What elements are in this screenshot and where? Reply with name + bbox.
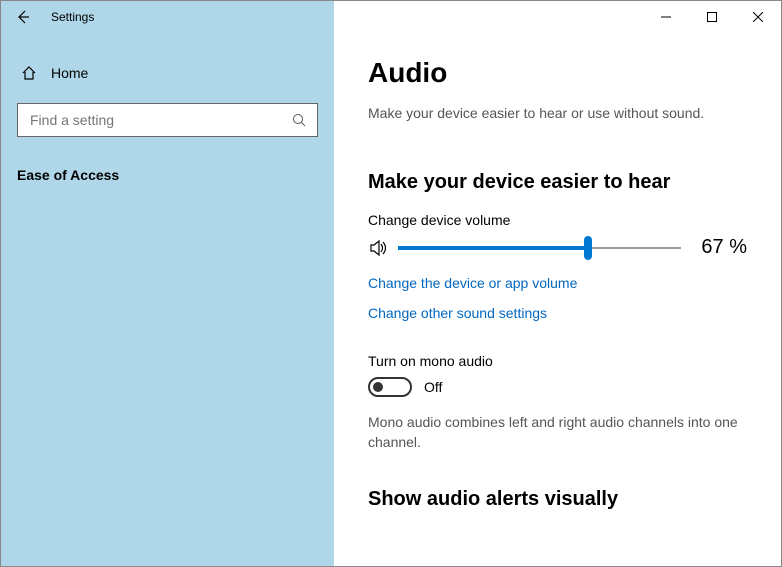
- home-nav[interactable]: Home: [21, 65, 318, 81]
- body: Home Ease of Access Audio Make your devi…: [1, 33, 781, 566]
- mono-audio-state: Off: [424, 379, 442, 395]
- home-label: Home: [51, 65, 88, 81]
- maximize-icon: [707, 12, 717, 22]
- settings-window: Settings: [0, 0, 782, 567]
- section-hear-heading: Make your device easier to hear: [368, 171, 747, 194]
- search-box[interactable]: [17, 103, 318, 137]
- link-other-sound-settings[interactable]: Change other sound settings: [368, 305, 747, 321]
- titlebar-left: Settings: [1, 1, 94, 33]
- titlebar: Settings: [1, 1, 781, 33]
- slider-thumb[interactable]: [584, 236, 592, 260]
- minimize-button[interactable]: [643, 1, 689, 33]
- mono-audio-label: Turn on mono audio: [368, 353, 747, 369]
- page-title: Audio: [368, 57, 747, 89]
- volume-slider[interactable]: [398, 238, 681, 258]
- volume-row: 67 %: [368, 236, 747, 259]
- page-subtitle: Make your device easier to hear or use w…: [368, 105, 747, 121]
- speaker-icon: [368, 237, 390, 259]
- volume-label: Change device volume: [368, 212, 747, 228]
- close-button[interactable]: [735, 1, 781, 33]
- section-alerts-heading: Show audio alerts visually: [368, 488, 747, 511]
- close-icon: [753, 12, 763, 22]
- sidebar: Home Ease of Access: [1, 33, 334, 566]
- volume-value: 67 %: [701, 236, 747, 259]
- titlebar-spacer: [94, 1, 643, 33]
- home-icon: [21, 65, 37, 81]
- slider-track-fill: [398, 246, 588, 250]
- maximize-button[interactable]: [689, 1, 735, 33]
- sidebar-section-label: Ease of Access: [17, 167, 318, 183]
- search-input[interactable]: [28, 111, 291, 129]
- mono-audio-help: Mono audio combines left and right audio…: [368, 413, 747, 452]
- back-button[interactable]: [9, 3, 37, 31]
- mono-audio-toggle-row: Off: [368, 377, 747, 397]
- minimize-icon: [661, 12, 671, 22]
- app-title: Settings: [51, 10, 94, 24]
- window-controls: [643, 1, 781, 33]
- link-device-app-volume[interactable]: Change the device or app volume: [368, 275, 747, 291]
- main-content: Audio Make your device easier to hear or…: [334, 33, 781, 566]
- search-icon: [291, 112, 307, 128]
- mono-audio-toggle[interactable]: [368, 377, 412, 397]
- back-arrow-icon: [15, 9, 31, 25]
